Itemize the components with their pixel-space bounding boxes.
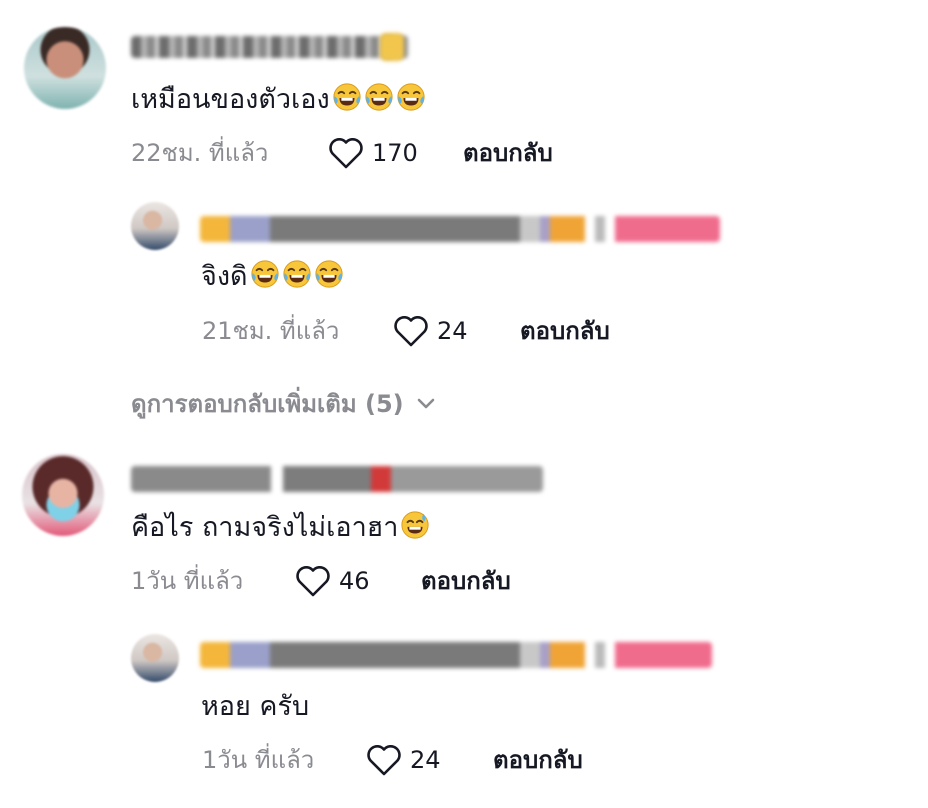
reply-button[interactable]: ตอบกลับ [493, 745, 583, 775]
laughing-tears-emoji-icon [332, 82, 362, 112]
like-count: 24 [410, 746, 441, 774]
reply-button[interactable]: ตอบกลับ [463, 138, 553, 168]
heart-outline-icon [296, 566, 330, 597]
avatar[interactable] [24, 27, 106, 109]
reply-text-label: หอย ครับ [201, 691, 310, 722]
chevron-down-icon [417, 398, 434, 409]
username-blurred[interactable] [131, 466, 543, 492]
heart-outline-icon [329, 138, 363, 169]
reply-time: 1วัน ที่แล้ว [202, 746, 315, 774]
heart-outline-icon [394, 316, 428, 347]
username-blurred[interactable] [200, 642, 712, 668]
avatar[interactable] [131, 202, 179, 250]
comment-text: คือไร ถามจริงไม่เอาฮา [131, 510, 430, 545]
username-emoji [380, 33, 404, 61]
comment-text-label: เหมือนของตัวเอง [131, 84, 330, 115]
like-button[interactable]: 170 [328, 136, 418, 170]
reply-button[interactable]: ตอบกลับ [421, 566, 511, 596]
laughing-tears-emoji-icon [250, 259, 280, 289]
heart-outline-icon [367, 745, 401, 776]
reply-time: 21ชม. ที่แล้ว [202, 317, 340, 345]
like-button[interactable]: 46 [295, 564, 370, 598]
reply-text: หอย ครับ [201, 690, 309, 724]
laughing-tears-emoji-icon [282, 259, 312, 289]
like-count: 46 [339, 567, 370, 595]
laughing-tears-emoji-icon [396, 82, 426, 112]
laughing-tears-emoji-icon [364, 82, 394, 112]
like-button[interactable]: 24 [393, 314, 468, 348]
reply-text: จิงดิ [201, 259, 344, 294]
view-more-replies-button[interactable]: ดูการตอบกลับเพิ่มเติม (5) [131, 389, 436, 419]
comment-text-label: คือไร ถามจริงไม่เอาฮา [131, 512, 399, 543]
comment-text: เหมือนของตัวเอง [131, 82, 426, 117]
avatar[interactable] [22, 454, 104, 536]
like-button[interactable]: 24 [366, 743, 441, 777]
avatar[interactable] [131, 634, 179, 682]
like-count: 170 [372, 139, 418, 167]
sweat-smile-emoji-icon [400, 510, 430, 540]
reply-text-label: จิงดิ [201, 261, 248, 292]
username-blurred[interactable] [200, 216, 720, 242]
comment-time: 22ชม. ที่แล้ว [131, 139, 269, 167]
reply-button[interactable]: ตอบกลับ [520, 316, 610, 346]
view-more-label: ดูการตอบกลับเพิ่มเติม (5) [131, 390, 404, 418]
like-count: 24 [437, 317, 468, 345]
laughing-tears-emoji-icon [314, 259, 344, 289]
username-blurred[interactable] [131, 36, 409, 58]
comment-time: 1วัน ที่แล้ว [131, 567, 244, 595]
